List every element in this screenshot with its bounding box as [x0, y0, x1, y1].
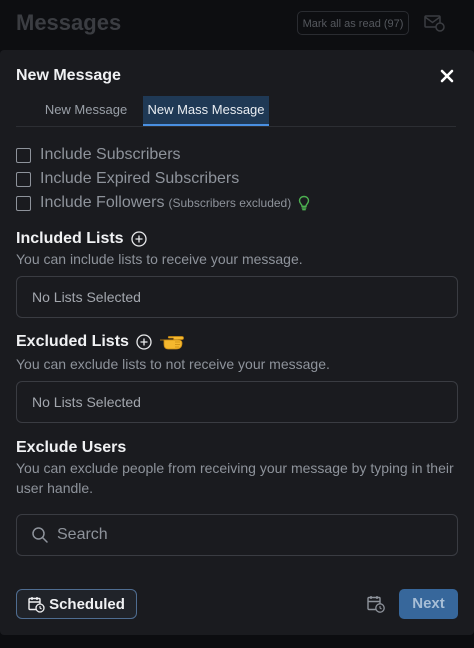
include-expired-subscribers-row[interactable]: Include Expired Subscribers	[16, 169, 239, 189]
search-input[interactable]	[55, 525, 439, 545]
mail-settings-icon[interactable]	[424, 13, 446, 33]
message-type-tabs: New Message New Mass Message	[16, 96, 456, 127]
tab-new-mass-message[interactable]: New Mass Message	[143, 96, 269, 126]
modal-title: New Message	[16, 67, 121, 84]
tab-new-message[interactable]: New Message	[30, 96, 142, 126]
pointing-hand-icon	[159, 336, 184, 350]
followers-note: (Subscribers excluded)	[168, 196, 292, 210]
plus-circle-icon[interactable]	[130, 231, 147, 247]
include-subscribers-row[interactable]: Include Subscribers	[16, 145, 181, 165]
included-lists-field[interactable]: No Lists Selected	[16, 276, 458, 318]
lightbulb-icon[interactable]	[297, 195, 311, 211]
page-bottom-strip	[0, 635, 474, 648]
include-expired-subscribers-label: Include Expired Subscribers	[40, 170, 240, 187]
include-subscribers-label: Include Subscribers	[40, 146, 181, 163]
include-expired-subscribers-checkbox[interactable]	[16, 171, 31, 187]
search-icon	[32, 527, 48, 543]
exclude-users-title: Exclude Users	[16, 439, 127, 456]
exclude-users-description: You can exclude people from receiving yo…	[16, 460, 454, 496]
calendar-clock-icon[interactable]	[366, 594, 386, 614]
include-subscribers-checkbox[interactable]	[16, 147, 31, 163]
excluded-lists-field[interactable]: No Lists Selected	[16, 381, 458, 423]
excluded-lists-description: You can exclude lists to not receive you…	[16, 356, 330, 372]
exclude-users-search[interactable]	[16, 514, 458, 556]
plus-circle-icon[interactable]	[136, 334, 152, 350]
include-followers-checkbox[interactable]	[16, 195, 31, 211]
next-button[interactable]: Next	[399, 589, 458, 619]
excluded-lists-heading: Excluded Lists	[16, 333, 186, 351]
include-followers-row[interactable]: Include Followers (Subscribers excluded)	[16, 193, 311, 213]
excluded-lists-title: Excluded Lists	[16, 333, 129, 350]
scheduled-button[interactable]: Scheduled	[16, 589, 137, 619]
close-icon[interactable]	[437, 66, 457, 86]
included-lists-heading: Included Lists	[16, 230, 147, 248]
new-message-modal: New Message New Message New Mass Message…	[0, 50, 474, 635]
page-title: Messages	[16, 10, 122, 35]
included-lists-title: Included Lists	[16, 230, 124, 247]
included-lists-description: You can include lists to receive your me…	[16, 251, 303, 267]
include-followers-label: Include Followers	[40, 194, 165, 211]
page-header: Messages Mark all as read (97)	[0, 0, 474, 50]
exclude-users-heading: Exclude Users	[16, 439, 126, 457]
scheduled-label: Scheduled	[49, 595, 125, 613]
mark-all-read-button[interactable]: Mark all as read (97)	[297, 11, 409, 35]
calendar-clock-icon	[28, 596, 45, 613]
